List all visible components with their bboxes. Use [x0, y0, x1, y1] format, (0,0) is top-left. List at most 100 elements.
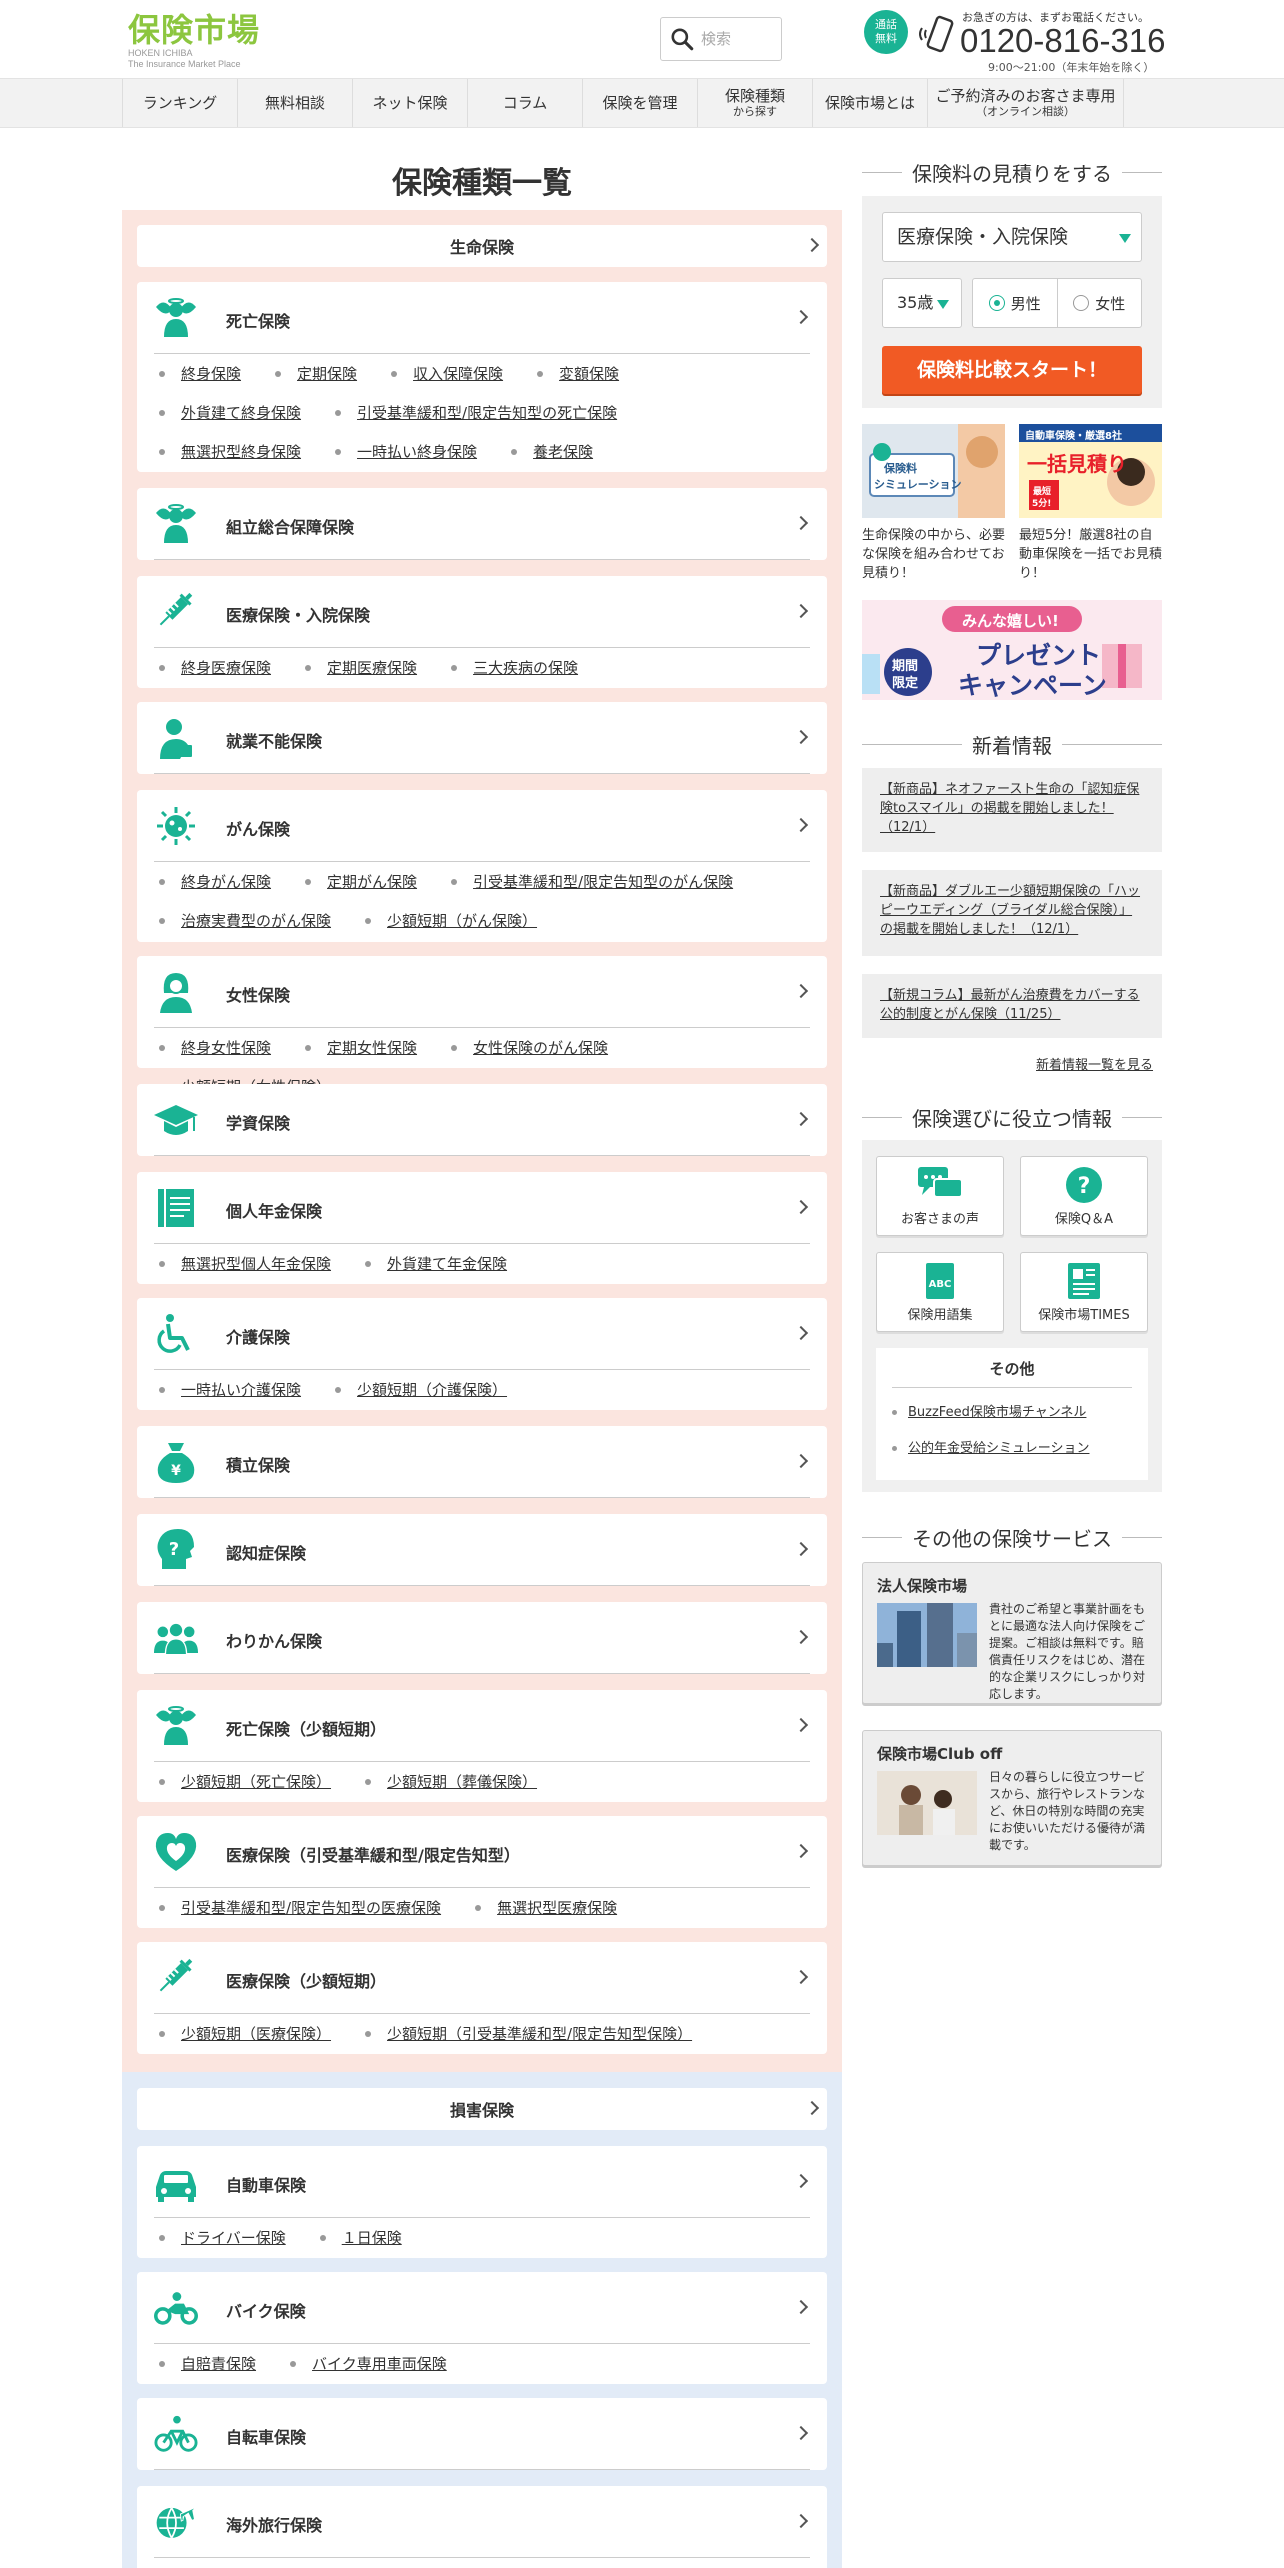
subtype-link-item: ドライバー保険 — [159, 2228, 286, 2267]
subtype-link[interactable]: 終身医療保険 — [181, 659, 271, 677]
gender-female-option[interactable]: 女性 — [1056, 279, 1142, 327]
subtype-link[interactable]: 定期がん保険 — [327, 873, 417, 891]
news-all-link[interactable]: 新着情報一覧を見る — [1036, 1054, 1153, 1073]
subtype-link[interactable]: 女性保険のがん保険 — [473, 1039, 608, 1057]
subtype-link[interactable]: 少額短期（医療保険） — [181, 2025, 331, 2043]
subtype-link[interactable]: 終身保険 — [181, 365, 241, 383]
subtype-link[interactable]: 少額短期（がん保険） — [387, 912, 537, 930]
subtype-link[interactable]: 引受基準緩和型/限定告知型のがん保険 — [473, 873, 733, 891]
pension-sim-link[interactable]: 公的年金受給シミュレーション — [908, 1441, 1089, 1456]
nav-item-free-consult[interactable]: 無料相談 — [238, 79, 353, 127]
insurance-card-header[interactable]: ¥ 積立保険 — [154, 1426, 810, 1498]
compare-start-button[interactable]: 保険料比較スタート！ — [882, 346, 1142, 394]
insurance-card-header[interactable]: 海外旅行保険 — [154, 2486, 810, 2558]
insurance-card-header[interactable]: 就業不能保険 — [154, 702, 810, 774]
insurance-card-header[interactable]: 医療保険（少額短期） — [154, 1942, 810, 2014]
buzzfeed-link[interactable]: BuzzFeed保険市場チャンネル — [908, 1405, 1086, 1420]
subtype-link[interactable]: 終身がん保険 — [181, 873, 271, 891]
insurance-type-select[interactable]: 医療保険・入院保険 — [882, 212, 1142, 262]
phone-number[interactable]: 0120-816-316 — [960, 22, 1166, 60]
nav-item-reserved-customers[interactable]: ご予約済みのお客さま専用 （オンライン相談） — [928, 79, 1124, 127]
promo2-caption: 最短5分！厳選8社の自動車保険を一括でお見積り！ — [1019, 528, 1163, 581]
subtype-link[interactable]: 無選択型個人年金保険 — [181, 1255, 331, 1273]
subtype-link[interactable]: 一時払い終身保険 — [357, 443, 477, 461]
insurance-card-title: 自転車保険 — [226, 2428, 307, 2447]
news-item[interactable]: 【新規コラム】最新がん治療費をカバーする公的制度とがん保険（11/25） — [862, 974, 1162, 1038]
news-link[interactable]: 【新商品】ダブルエー少額短期保険の「ハッピーウエディング（ブライダル総合保険）」… — [880, 884, 1140, 937]
insurance-card-header[interactable]: 自転車保険 — [154, 2398, 810, 2470]
club-off-card[interactable]: 保険市場Club off 日々の暮らしに役立つサービスから、旅行やレストランなど… — [862, 1730, 1162, 1866]
subtype-link[interactable]: 少額短期（介護保険） — [357, 1381, 507, 1399]
insurance-card-header[interactable]: 死亡保険（少額短期） — [154, 1690, 810, 1762]
insurance-card-header[interactable]: 学資保険 — [154, 1084, 810, 1156]
subtype-link[interactable]: 少額短期（死亡保険） — [181, 1773, 331, 1791]
chevron-right-icon — [793, 2299, 809, 2314]
faq-label: 保険Q＆A — [1054, 1212, 1114, 1227]
subtype-link[interactable]: 定期保険 — [297, 365, 357, 383]
insurance-card-header[interactable]: わりかん保険 — [154, 1602, 810, 1674]
nav-item-ranking[interactable]: ランキング — [123, 79, 238, 127]
subtype-link[interactable]: ドライバー保険 — [181, 2229, 286, 2247]
glossary-button[interactable]: ABC 保険用語集 — [876, 1252, 1004, 1332]
age-select[interactable]: 35歳 — [882, 278, 962, 328]
subtype-link[interactable]: 無選択型医療保険 — [497, 1899, 617, 1917]
news-heading-text: 新着情報 — [972, 733, 1052, 758]
subtype-link[interactable]: 無選択型終身保険 — [181, 443, 301, 461]
chevron-right-icon — [793, 1969, 809, 1984]
subtype-link[interactable]: 三大疾病の保険 — [473, 659, 578, 677]
insurance-card-header[interactable]: バイク保険 — [154, 2272, 810, 2344]
service-description: 貴社のご希望と事業計画をもとに最適な法人向け保険をご提案。ご相談は無料です。賠償… — [989, 1602, 1146, 1701]
subtype-link[interactable]: 収入保障保険 — [413, 365, 503, 383]
site-logo[interactable]: 保険市場 HOKEN ICHIBA The Insurance Market P… — [128, 12, 260, 70]
nav-item-about[interactable]: 保険市場とは — [813, 79, 928, 127]
gender-male-option[interactable]: 男性 — [973, 279, 1057, 327]
news-link[interactable]: 【新商品】ネオファースト生命の「認知症保険toスマイル」の掲載を開始しました！（… — [880, 782, 1139, 835]
subtype-link[interactable]: 養老保険 — [533, 443, 593, 461]
news-link[interactable]: 【新規コラム】最新がん治療費をカバーする公的制度とがん保険（11/25） — [880, 988, 1140, 1022]
subtype-link[interactable]: １日保険 — [342, 2229, 402, 2247]
subtype-link[interactable]: バイク専用車両保険 — [312, 2355, 447, 2373]
present-campaign-banner[interactable]: みんな嬉しい! 期間 限定 プレゼント キャンペーン — [862, 600, 1162, 700]
faq-button[interactable]: ? 保険Q＆A — [1020, 1156, 1148, 1236]
insurance-card-header[interactable]: 組立総合保障保険 — [154, 488, 810, 560]
nav-item-net-insurance[interactable]: ネット保険 — [353, 79, 468, 127]
nav-item-search-by-type[interactable]: 保険種類 から探す — [698, 79, 813, 127]
customer-voice-button[interactable]: お客さまの声 — [876, 1156, 1004, 1236]
insurance-card-header[interactable]: 個人年金保険 — [154, 1172, 810, 1244]
insurance-card-header[interactable]: 介護保険 — [154, 1298, 810, 1370]
subtype-link[interactable]: 外貨建て年金保険 — [387, 1255, 507, 1273]
news-item[interactable]: 【新商品】ネオファースト生命の「認知症保険toスマイル」の掲載を開始しました！（… — [862, 768, 1162, 852]
subtype-link[interactable]: 終身女性保険 — [181, 1039, 271, 1057]
subtype-link[interactable]: 一時払い介護保険 — [181, 1381, 301, 1399]
nav-item-column[interactable]: コラム — [468, 79, 583, 127]
subtype-link[interactable]: 変額保険 — [559, 365, 619, 383]
insurance-card-header[interactable]: 医療保険（引受基準緩和型/限定告知型） — [154, 1816, 810, 1888]
search-box[interactable] — [660, 17, 782, 61]
subtype-link[interactable]: 定期医療保険 — [327, 659, 417, 677]
insurance-card-header[interactable]: 自動車保険 — [154, 2146, 810, 2218]
insurance-card-header[interactable]: 死亡保険 — [154, 282, 810, 354]
insurance-card-header[interactable]: ? 認知症保険 — [154, 1514, 810, 1586]
corporate-insurance-card[interactable]: 法人保険市場 貴社のご希望と事業計画をもとに最適な法人向け保険をご提案。ご相談は… — [862, 1562, 1162, 1704]
subtype-link[interactable]: 治療実費型のがん保険 — [181, 912, 331, 930]
search-input[interactable] — [701, 30, 777, 48]
news-item[interactable]: 【新商品】ダブルエー少額短期保険の「ハッピーウエディング（ブライダル総合保険）」… — [862, 870, 1162, 956]
times-button[interactable]: 保険市場TIMES — [1020, 1252, 1148, 1332]
nav-label: コラム — [502, 93, 548, 112]
subtype-link[interactable]: 外貨建て終身保険 — [181, 404, 301, 422]
subtype-link-item: 終身がん保険 — [159, 872, 271, 911]
subtype-link[interactable]: 少額短期（引受基準緩和型/限定告知型保険） — [387, 2025, 692, 2043]
life-section-header[interactable]: 生命保険 — [137, 225, 827, 267]
life-simulation-banner[interactable]: 保険料 シミュレーション — [862, 424, 1005, 518]
insurance-card-header[interactable]: 女性保険 — [154, 956, 810, 1028]
insurance-card-header[interactable]: がん保険 — [154, 790, 810, 862]
subtype-link[interactable]: 定期女性保険 — [327, 1039, 417, 1057]
subtype-link[interactable]: 少額短期（葬儀保険） — [387, 1773, 537, 1791]
nav-item-manage[interactable]: 保険を管理 — [583, 79, 698, 127]
subtype-link[interactable]: 自賠責保険 — [181, 2355, 256, 2373]
damage-section-header[interactable]: 損害保険 — [137, 2088, 827, 2130]
car-quote-banner[interactable]: 自動車保険・厳選8社 一括見積り 最短 5分! — [1019, 424, 1162, 518]
subtype-link[interactable]: 引受基準緩和型/限定告知型の死亡保険 — [357, 404, 617, 422]
subtype-link[interactable]: 引受基準緩和型/限定告知型の医療保険 — [181, 1899, 441, 1917]
insurance-card-header[interactable]: 医療保険・入院保険 — [154, 576, 810, 648]
